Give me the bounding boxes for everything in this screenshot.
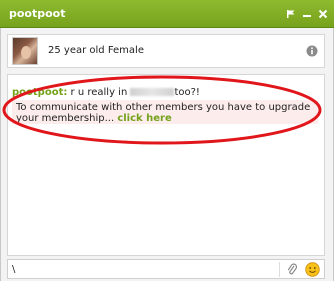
title-bar[interactable]: pootpoot bbox=[0, 0, 334, 28]
redacted-text bbox=[130, 88, 175, 96]
title-bar-controls bbox=[286, 9, 328, 19]
info-icon[interactable] bbox=[306, 45, 318, 57]
message-text-after: too?! bbox=[174, 87, 200, 98]
close-icon[interactable] bbox=[318, 9, 328, 19]
window-title: pootpoot bbox=[9, 7, 66, 20]
profile-description: 25 year old Female bbox=[48, 45, 144, 56]
minimize-icon[interactable] bbox=[302, 9, 312, 19]
profile-header[interactable]: 25 year old Female bbox=[7, 34, 325, 68]
upgrade-notice: To communicate with other members you ha… bbox=[12, 100, 318, 124]
chat-messages-area[interactable]: pootpoot: r u really in too?! To communi… bbox=[7, 74, 325, 256]
message-text-before: r u really in bbox=[67, 87, 131, 98]
chat-window: 25 year old Female pootpoot: r u really … bbox=[0, 28, 334, 281]
attachment-icon[interactable] bbox=[286, 263, 298, 277]
flag-icon[interactable] bbox=[286, 9, 296, 19]
message-input-bar bbox=[7, 259, 325, 279]
message-sender: pootpoot: bbox=[12, 87, 68, 98]
message-input[interactable] bbox=[10, 261, 278, 277]
smiley-icon[interactable] bbox=[305, 262, 320, 277]
chat-message: pootpoot: r u really in too?! bbox=[12, 87, 316, 98]
avatar[interactable] bbox=[12, 37, 38, 65]
avatar-face bbox=[21, 46, 31, 59]
input-divider bbox=[279, 262, 280, 277]
upgrade-link[interactable]: click here bbox=[117, 113, 171, 124]
